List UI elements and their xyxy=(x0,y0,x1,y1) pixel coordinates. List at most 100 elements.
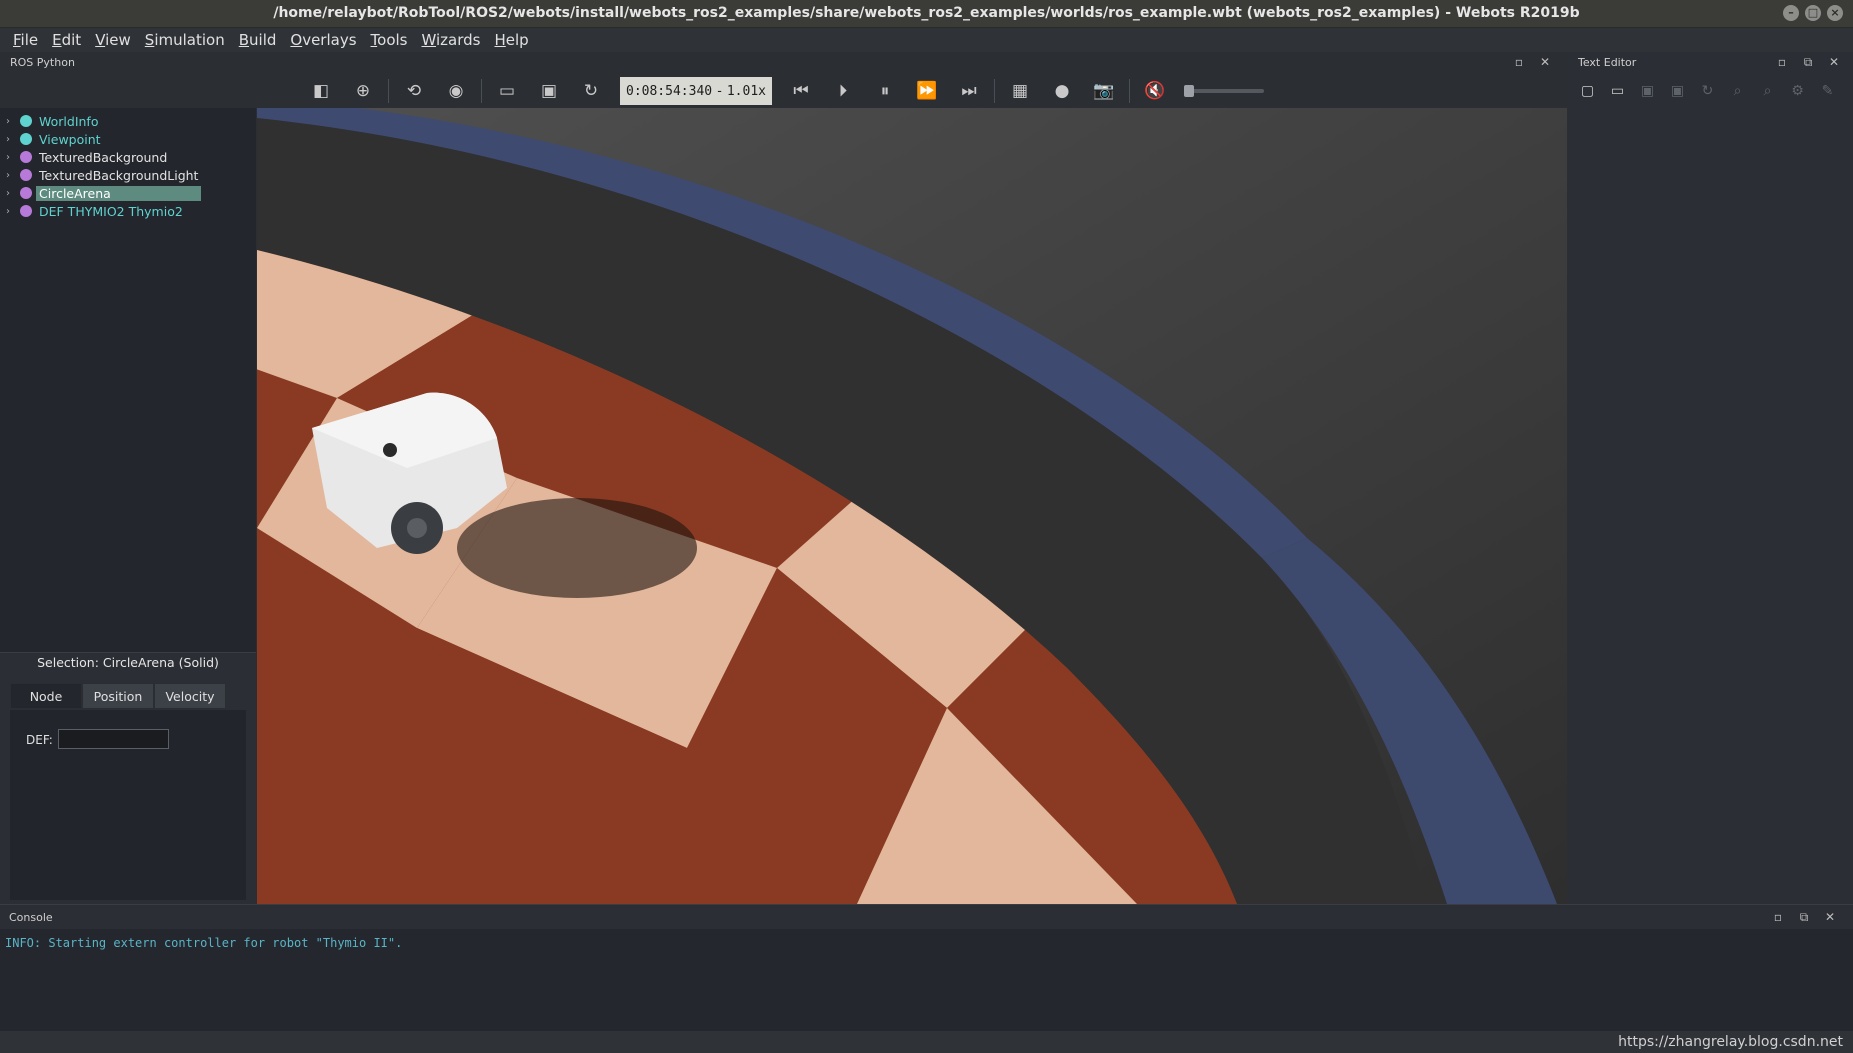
fast-forward-button[interactable]: ⏭ xyxy=(954,76,984,106)
selection-title: Selection: CircleArena (Solid) xyxy=(37,655,219,670)
scene-tree: › WorldInfo › Viewpoint › TexturedBackground ›… xyxy=(0,108,256,652)
record-movie-button[interactable]: ▦ xyxy=(1005,76,1035,106)
scene-tree-item[interactable]: › TexturedBackgroundLight xyxy=(0,166,256,184)
minimize-button[interactable]: – xyxy=(1783,5,1799,21)
mute-button[interactable]: 🔇 xyxy=(1140,76,1170,106)
save-icon: ▣ xyxy=(540,81,558,101)
search-replace-icon: ⌕ xyxy=(1763,83,1772,99)
3d-scene[interactable] xyxy=(257,108,1567,904)
chevron-right-icon[interactable]: › xyxy=(6,134,20,145)
save-as-button[interactable]: ▣ xyxy=(1666,80,1689,102)
panel-toggle-icon: ◧ xyxy=(312,81,330,101)
tab-position[interactable]: Position xyxy=(82,683,154,709)
volume-slider-knob[interactable] xyxy=(1184,85,1194,97)
chevron-right-icon[interactable]: › xyxy=(6,152,20,163)
menu-build[interactable]: Build xyxy=(232,31,284,49)
console-dock-controls: ▫ ⧉ ✕ xyxy=(1771,910,1837,924)
toolbar-separator xyxy=(1129,79,1130,103)
open-world-button[interactable]: ▭ xyxy=(492,76,522,106)
left-dock-controls: ▫ ✕ xyxy=(1512,55,1552,69)
scene-tree-item-label: WorldInfo xyxy=(39,113,99,129)
build-button[interactable]: ⚙ xyxy=(1786,80,1809,102)
skip-back-icon: ⏮ xyxy=(793,81,809,101)
menu-help[interactable]: Help xyxy=(488,31,536,49)
film-icon: ▦ xyxy=(1011,81,1029,101)
pause-button[interactable]: ⏸ xyxy=(870,76,900,106)
dock-float-button[interactable]: ▫ xyxy=(1775,55,1789,69)
dock-undock-button[interactable]: ⧉ xyxy=(1797,910,1811,924)
dock-close-button[interactable]: ✕ xyxy=(1823,910,1837,924)
record-animation-button[interactable]: ● xyxy=(1047,76,1077,106)
reload-icon: ↻ xyxy=(583,81,599,101)
node-type-icon xyxy=(20,151,32,163)
chevron-right-icon[interactable]: › xyxy=(6,206,20,217)
menu-simulation[interactable]: Simulation xyxy=(138,31,232,49)
node-type-icon xyxy=(20,169,32,181)
speaker-muted-icon: 🔇 xyxy=(1144,81,1166,101)
text-editor-dock-controls: ▫ ⧉ ✕ xyxy=(1775,55,1841,69)
simulation-time-display: 0:08:54:340 - 1.01x xyxy=(620,77,772,105)
chevron-right-icon[interactable]: › xyxy=(6,170,20,181)
scene-tree-item[interactable]: › WorldInfo xyxy=(0,112,256,130)
text-editor-toolbar: ▢ ▭ ▣ ▣ ↻ ⌕ ⌕ ⚙ ✎ xyxy=(1576,80,1839,102)
menu-view[interactable]: View xyxy=(88,31,138,49)
play-forward-icon: ⏩ xyxy=(916,81,938,101)
step-icon: ⏵ xyxy=(838,81,848,101)
screenshot-button[interactable]: 📷 xyxy=(1089,76,1119,106)
save-file-button[interactable]: ▣ xyxy=(1636,80,1659,102)
save-world-button[interactable]: ▣ xyxy=(534,76,564,106)
tab-velocity[interactable]: Velocity xyxy=(154,683,226,709)
text-editor-dock: Text Editor ▫ ⧉ ✕ ▢ ▭ ▣ ▣ ↻ ⌕ ⌕ ⚙ ✎ xyxy=(1568,52,1853,904)
restore-viewpoint-button[interactable]: ⟲ xyxy=(399,76,429,106)
3d-view[interactable] xyxy=(257,108,1567,904)
menu-file[interactable]: File xyxy=(6,31,45,49)
toolbar-separator xyxy=(994,79,995,103)
record-circle-icon: ● xyxy=(1054,81,1070,101)
search-icon: ⌕ xyxy=(1733,83,1742,99)
dock-close-button[interactable]: ✕ xyxy=(1538,55,1552,69)
dock-float-button[interactable]: ▫ xyxy=(1771,910,1785,924)
scene-tree-item[interactable]: › TexturedBackground xyxy=(0,148,256,166)
menu-wizards[interactable]: Wizards xyxy=(415,31,488,49)
replace-button[interactable]: ⌕ xyxy=(1756,80,1779,102)
toggle-scene-tree-button[interactable]: ◧ xyxy=(306,76,336,106)
new-file-icon: ▢ xyxy=(1580,83,1595,99)
dock-close-button[interactable]: ✕ xyxy=(1827,55,1841,69)
reload-world-button[interactable]: ↻ xyxy=(576,76,606,106)
chevron-right-icon[interactable]: › xyxy=(6,116,20,127)
menu-tools[interactable]: Tools xyxy=(364,31,415,49)
save-icon: ▣ xyxy=(1640,83,1655,99)
reload-icon: ↻ xyxy=(1701,83,1714,99)
dock-undock-button[interactable]: ⧉ xyxy=(1801,55,1815,69)
def-input[interactable] xyxy=(58,729,169,749)
node-type-icon xyxy=(20,205,32,217)
revert-button[interactable]: ↻ xyxy=(1696,80,1719,102)
clean-button[interactable]: ✎ xyxy=(1816,80,1839,102)
viewpoint-icon: ⟲ xyxy=(406,81,422,101)
broom-icon: ✎ xyxy=(1821,83,1834,99)
step-button[interactable]: ⏵ xyxy=(828,76,858,106)
reset-simulation-button[interactable]: ⏮ xyxy=(786,76,816,106)
close-button[interactable]: × xyxy=(1827,5,1843,21)
run-realtime-button[interactable]: ⏩ xyxy=(912,76,942,106)
tab-node[interactable]: Node xyxy=(10,683,82,709)
webots-window: /home/relaybot/RobTool/ROS2/webots/insta… xyxy=(0,0,1853,1053)
menu-overlays[interactable]: Overlays xyxy=(283,31,363,49)
eye-icon: ◉ xyxy=(448,81,464,101)
gear-icon: ⚙ xyxy=(1791,83,1804,99)
menu-edit[interactable]: Edit xyxy=(45,31,88,49)
window-controls: – □ × xyxy=(1783,5,1843,21)
chevron-right-icon[interactable]: › xyxy=(6,188,20,199)
maximize-button[interactable]: □ xyxy=(1805,5,1821,21)
add-node-button[interactable]: ⊕ xyxy=(348,76,378,106)
scene-tree-item[interactable]: › CircleArena xyxy=(0,184,256,202)
view-button[interactable]: ◉ xyxy=(441,76,471,106)
scene-tree-item[interactable]: › Viewpoint xyxy=(0,130,256,148)
scene-tree-item[interactable]: › DEF THYMIO2 Thymio2 xyxy=(0,202,256,220)
volume-slider[interactable] xyxy=(1184,85,1264,97)
toolbar-separator xyxy=(481,79,482,103)
find-button[interactable]: ⌕ xyxy=(1726,80,1749,102)
open-file-button[interactable]: ▭ xyxy=(1606,80,1629,102)
dock-float-button[interactable]: ▫ xyxy=(1512,55,1526,69)
new-file-button[interactable]: ▢ xyxy=(1576,80,1599,102)
